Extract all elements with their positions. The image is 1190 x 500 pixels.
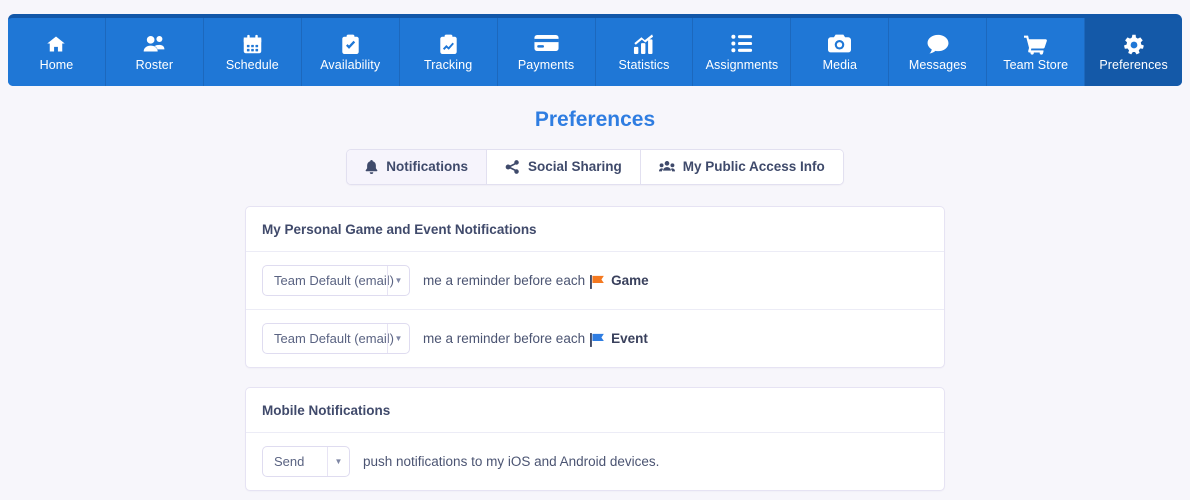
- tab-label: Social Sharing: [527, 159, 622, 174]
- card-header: My Personal Game and Event Notifications: [246, 207, 944, 252]
- gear-icon: [1123, 34, 1145, 56]
- setting-description: push notifications to my iOS and Android…: [363, 454, 659, 469]
- select-value: Team Default (email): [274, 331, 394, 346]
- setting-row: Team Default (email) ▼ me a reminder bef…: [246, 252, 944, 310]
- notification-method-select[interactable]: Send ▼: [262, 446, 350, 477]
- home-icon: [45, 34, 67, 56]
- nav-item-label: Messages: [908, 57, 967, 72]
- bell-icon: [365, 159, 378, 174]
- tab-social-sharing[interactable]: Social Sharing: [486, 150, 641, 184]
- preferences-content: My Personal Game and Event Notifications…: [245, 206, 945, 491]
- nav-item-label: Tracking: [424, 57, 473, 72]
- main-navigation-bar: Home Roster Schedule Availability Tracki…: [8, 14, 1182, 86]
- preferences-tab-group: Notifications Social Sharing My Public A…: [0, 149, 1190, 185]
- nav-item-label: Schedule: [225, 57, 279, 72]
- row-emphasis-label: Event: [611, 331, 648, 346]
- nav-item-label: Assignments: [705, 57, 779, 72]
- clipboard-chart-icon: [439, 34, 458, 56]
- chat-bubble-icon: [927, 34, 949, 56]
- settings-card: Mobile Notifications Send ▼ push notific…: [245, 387, 945, 491]
- setting-description-text: me a reminder before each: [423, 273, 586, 288]
- nav-item-label: Payments: [517, 57, 575, 72]
- nav-item-media[interactable]: Media: [791, 18, 890, 86]
- nav-item-label: Preferences: [1099, 57, 1168, 72]
- nav-item-schedule[interactable]: Schedule: [203, 18, 302, 86]
- nav-item-assignments[interactable]: Assignments: [693, 18, 792, 86]
- list-icon: [731, 34, 753, 56]
- select-value: Team Default (email): [274, 273, 394, 288]
- nav-item-home[interactable]: Home: [8, 18, 106, 86]
- tab-label: Notifications: [386, 159, 468, 174]
- nav-item-label: Statistics: [618, 57, 670, 72]
- nav-item-label: Home: [39, 57, 74, 72]
- chevron-down-icon[interactable]: ▼: [327, 447, 349, 476]
- tab-notifications[interactable]: Notifications: [347, 150, 487, 184]
- top-navigation-wrapper: Home Roster Schedule Availability Tracki…: [0, 0, 1190, 86]
- nav-item-team-store[interactable]: Team Store: [987, 18, 1086, 86]
- nav-item-label: Media: [822, 57, 858, 72]
- setting-description-text: me a reminder before each: [423, 331, 586, 346]
- chevron-down-icon[interactable]: ▼: [387, 324, 409, 353]
- notification-method-select[interactable]: Team Default (email) ▼: [262, 323, 410, 354]
- setting-description-text: push notifications to my iOS and Android…: [363, 454, 660, 469]
- page-title: Preferences: [534, 108, 656, 131]
- select-value: Send: [274, 454, 305, 469]
- card-header: Mobile Notifications: [246, 388, 944, 433]
- nav-item-label: Roster: [135, 57, 174, 72]
- tab-list: Notifications Social Sharing My Public A…: [346, 149, 844, 185]
- row-emphasis-label: Game: [611, 273, 649, 288]
- setting-description: me a reminder before each Game: [423, 273, 649, 289]
- setting-row: Send ▼ push notifications to my iOS and …: [246, 433, 944, 490]
- setting-description: me a reminder before each Event: [423, 331, 648, 347]
- nav-item-payments[interactable]: Payments: [497, 18, 596, 86]
- settings-card: My Personal Game and Event Notifications…: [245, 206, 945, 368]
- chevron-down-icon[interactable]: ▼: [387, 266, 409, 295]
- camera-icon: [828, 34, 852, 56]
- nav-item-availability[interactable]: Availability: [301, 18, 400, 86]
- nav-item-roster[interactable]: Roster: [105, 18, 204, 86]
- group-icon: [658, 160, 675, 174]
- nav-item-preferences[interactable]: Preferences: [1085, 18, 1182, 86]
- flag-icon: [590, 332, 605, 347]
- people-icon: [142, 34, 166, 56]
- shopping-cart-icon: [1024, 34, 1048, 56]
- tab-my-public-access-info[interactable]: My Public Access Info: [640, 150, 843, 184]
- tab-label: My Public Access Info: [682, 159, 825, 174]
- notification-method-select[interactable]: Team Default (email) ▼: [262, 265, 410, 296]
- clipboard-check-icon: [341, 34, 360, 56]
- bar-chart-icon: [632, 34, 655, 56]
- share-icon: [505, 159, 520, 174]
- nav-item-label: Availability: [320, 57, 381, 72]
- nav-item-tracking[interactable]: Tracking: [399, 18, 498, 86]
- nav-item-messages[interactable]: Messages: [889, 18, 988, 86]
- nav-item-statistics[interactable]: Statistics: [595, 18, 694, 86]
- flag-icon: [590, 274, 605, 289]
- credit-card-icon: [534, 34, 559, 56]
- setting-row: Team Default (email) ▼ me a reminder bef…: [246, 310, 944, 367]
- calendar-icon: [242, 34, 263, 56]
- nav-item-label: Team Store: [1003, 57, 1069, 72]
